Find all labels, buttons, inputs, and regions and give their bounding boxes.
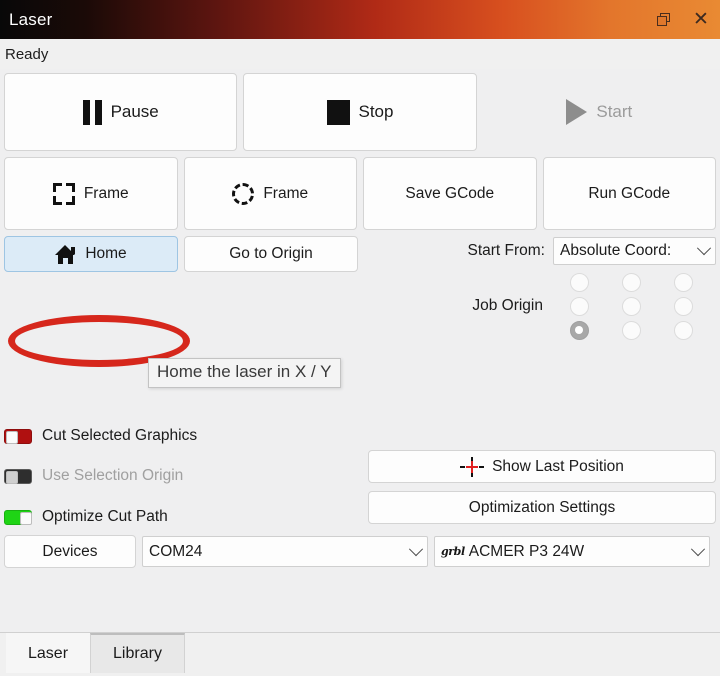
job-origin-radio-2[interactable]	[673, 272, 693, 292]
frame-circle-button[interactable]: Frame	[183, 157, 357, 230]
bracket-frame-icon	[52, 182, 75, 205]
options-area: Cut Selected Graphics Use Selection Orig…	[4, 369, 716, 532]
pause-icon	[82, 99, 102, 125]
job-origin-radio-8[interactable]	[673, 320, 693, 340]
status-text: Ready	[5, 45, 49, 63]
go-to-origin-button[interactable]: Go to Origin	[184, 236, 358, 272]
job-origin-radio-1[interactable]	[621, 272, 641, 292]
job-origin-radio-5[interactable]	[673, 296, 693, 316]
stop-label: Stop	[358, 102, 394, 121]
window-controls: ✕	[644, 0, 720, 39]
close-icon: ✕	[693, 8, 709, 30]
serial-port-value: COM24	[149, 542, 203, 560]
frame-circle-label: Frame	[263, 184, 309, 202]
stop-icon	[326, 99, 350, 125]
job-origin-radio-0[interactable]	[569, 272, 589, 292]
tab-laser-label: Laser	[28, 645, 69, 662]
title-bar: Laser ✕	[0, 0, 720, 39]
stop-button[interactable]: Stop	[243, 73, 477, 151]
bottom-tab-bar: Laser Library	[0, 632, 720, 676]
house-icon	[55, 244, 76, 264]
devices-row: Devices COM24 grbl ACMER P3 24W	[4, 535, 716, 568]
run-gcode-label: Run GCode	[588, 184, 671, 202]
device-select[interactable]: grbl ACMER P3 24W	[434, 536, 710, 567]
home-button[interactable]: Home	[4, 236, 178, 272]
job-origin-radio-3[interactable]	[569, 296, 589, 316]
cut-selected-graphics-row[interactable]: Cut Selected Graphics	[4, 421, 716, 451]
use-selection-origin-label: Use Selection Origin	[42, 467, 184, 484]
status-bar: Ready	[0, 39, 720, 69]
tab-library[interactable]: Library	[90, 633, 185, 673]
device-value: ACMER P3 24W	[468, 542, 585, 560]
start-from-value: Absolute Coord:	[560, 242, 672, 259]
cut-selected-graphics-label: Cut Selected Graphics	[42, 427, 198, 444]
transport-row: Pause Stop Start	[4, 73, 716, 151]
frame-rect-button[interactable]: Frame	[4, 157, 178, 230]
start-from-label: Start From:	[467, 242, 545, 259]
dashed-circle-frame-icon	[232, 182, 255, 205]
cut-selected-graphics-toggle[interactable]	[4, 428, 32, 444]
job-origin-radio-7[interactable]	[621, 320, 641, 340]
show-last-position-label: Show Last Position	[492, 457, 624, 475]
optimization-settings-label: Optimization Settings	[468, 498, 616, 516]
home-tooltip: Home the laser in X / Y	[148, 358, 341, 388]
use-selection-origin-toggle[interactable]	[4, 468, 32, 484]
job-origin-radio-6[interactable]	[569, 320, 589, 340]
save-gcode-label: Save GCode	[405, 184, 495, 202]
save-gcode-button[interactable]: Save GCode	[363, 157, 537, 230]
pause-button[interactable]: Pause	[4, 73, 238, 151]
devices-label: Devices	[42, 542, 98, 560]
play-icon	[566, 99, 588, 125]
start-label: Start	[596, 102, 633, 121]
start-from-row: Start From: Absolute Coord:	[420, 236, 716, 266]
chevron-down-icon	[696, 241, 712, 256]
start-from-select[interactable]: Absolute Coord:	[553, 237, 716, 265]
job-origin-radio-4[interactable]	[621, 296, 641, 316]
chevron-down-icon	[690, 541, 706, 556]
optimize-cut-path-label: Optimize Cut Path	[42, 508, 168, 525]
close-button[interactable]: ✕	[682, 0, 720, 39]
frame-rect-label: Frame	[83, 184, 129, 202]
optimization-settings-button[interactable]: Optimization Settings	[368, 491, 716, 524]
tab-laser[interactable]: Laser	[6, 633, 91, 673]
crosshair-icon	[460, 456, 485, 477]
show-last-position-button[interactable]: Show Last Position	[368, 450, 716, 483]
job-origin-grid	[553, 270, 716, 342]
serial-port-select[interactable]: COM24	[142, 536, 428, 567]
origin-settings: Start From: Absolute Coord: Job Origin	[420, 236, 716, 342]
device-value-wrap: grbl ACMER P3 24W	[441, 543, 584, 561]
run-gcode-button[interactable]: Run GCode	[542, 157, 716, 230]
pause-label: Pause	[110, 102, 159, 121]
optimize-cut-path-toggle[interactable]	[4, 509, 32, 525]
laser-panel: Pause Stop Start Frame Frame Save GCode …	[0, 69, 720, 676]
devices-button[interactable]: Devices	[4, 535, 136, 568]
job-origin-label: Job Origin	[472, 297, 543, 314]
restore-icon	[656, 13, 670, 26]
tab-library-label: Library	[113, 645, 162, 662]
home-buttons: Home Go to Origin	[4, 236, 358, 272]
actions-row: Frame Frame Save GCode Run GCode	[4, 157, 716, 230]
grbl-logo-icon: grbl	[441, 545, 465, 558]
home-and-origin-row: Home Go to Origin Start From: Absolute C…	[4, 236, 716, 342]
chevron-down-icon	[408, 541, 424, 556]
go-to-origin-label: Go to Origin	[229, 245, 313, 262]
job-origin-row: Job Origin	[420, 270, 716, 342]
home-label: Home	[85, 245, 127, 262]
window-title: Laser	[9, 9, 53, 29]
laser-window: Laser ✕ Ready Pause Stop Start Frame Fra…	[0, 0, 720, 676]
start-button[interactable]: Start	[483, 73, 716, 151]
restore-button[interactable]	[644, 0, 682, 39]
